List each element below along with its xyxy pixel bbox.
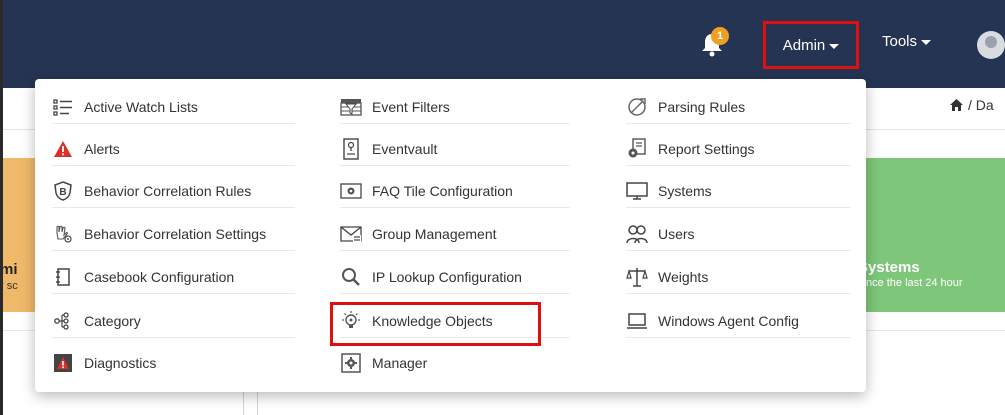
monitor-icon [626,180,648,202]
menu-item-parsing-rules[interactable]: Parsing Rules [626,90,851,124]
tools-label: Tools [882,33,918,50]
top-navbar: 1 Admin Tools [0,0,1005,88]
menu-item-category[interactable]: Category [52,304,295,338]
report-gear-icon [626,137,648,160]
parsing-icon [626,96,648,118]
shield-b-icon: B [52,180,74,202]
home-icon[interactable] [950,99,963,111]
menu-item-label: IP Lookup Configuration [372,268,522,285]
diagnostics-icon [52,352,74,374]
menu-item-label: Group Management [372,225,497,242]
manager-icon [340,352,362,374]
laptop-icon [626,310,648,332]
tile-title: Systems [858,259,920,276]
menu-item-alerts[interactable]: Alerts [52,132,295,166]
menu-item-manager[interactable]: Manager [340,346,570,380]
menu-item-label: Weights [658,268,709,285]
notebook-icon [52,266,74,288]
menu-item-users[interactable]: Users [626,217,851,251]
menu-item-label: Parsing Rules [658,98,746,115]
admin-label: Admin [782,36,826,54]
dashboard-tile-systems[interactable]: Systems since the last 24 hour [858,158,1005,312]
menu-item-label: Systems [658,182,712,199]
menu-item-diagnostics[interactable]: Diagnostics [52,346,295,380]
menu-item-report-settings[interactable]: Report Settings [626,132,851,166]
tile-gear-icon [340,180,362,202]
warning-icon [52,138,74,160]
admin-menu-button[interactable]: Admin [763,21,859,69]
breadcrumb: / Da [950,97,994,113]
vault-icon [340,137,362,160]
tools-menu-button[interactable]: Tools [882,33,932,50]
highlight-box [330,302,541,346]
menu-item-group-management[interactable]: Group Management [340,217,570,251]
svg-text:B: B [59,187,66,198]
menu-item-label: Event Filters [372,98,450,115]
menu-item-label: Active Watch Lists [84,98,198,115]
menu-item-event-filters[interactable]: Event Filters [340,90,570,124]
breadcrumb-text[interactable]: / Da [968,97,994,113]
window-edge [0,0,3,415]
menu-item-systems[interactable]: Systems [626,174,851,208]
menu-item-behavior-correlation-settings[interactable]: Behavior Correlation Settings [52,217,295,251]
menu-item-active-watch-lists[interactable]: Active Watch Lists [52,90,295,124]
users-icon [626,223,648,245]
menu-item-behavior-correlation-rules[interactable]: B Behavior Correlation Rules [52,174,295,208]
hierarchy-icon [52,310,74,332]
filter-table-icon [340,96,362,118]
menu-item-eventvault[interactable]: Eventvault [340,132,570,166]
user-avatar[interactable] [977,31,1005,59]
caret-down-icon [921,40,932,45]
scale-icon [626,266,648,288]
menu-item-label: Windows Agent Config [658,312,799,329]
menu-item-label: Casebook Configuration [84,268,235,285]
hand-gear-icon [52,223,74,245]
list-icon [52,96,74,118]
menu-item-label: Diagnostics [84,355,157,371]
menu-item-faq-tile-configuration[interactable]: FAQ Tile Configuration [340,174,570,208]
menu-item-casebook-configuration[interactable]: Casebook Configuration [52,260,295,294]
menu-item-label: Category [84,312,141,329]
caret-down-icon [829,43,840,49]
menu-item-ip-lookup-configuration[interactable]: IP Lookup Configuration [340,260,570,294]
menu-item-label: Report Settings [658,140,755,157]
menu-item-label: FAQ Tile Configuration [372,182,513,199]
menu-item-label: Users [658,225,695,242]
menu-item-label: Alerts [84,140,120,157]
menu-item-windows-agent-config[interactable]: Windows Agent Config [626,304,851,338]
menu-item-label: Behavior Correlation Rules [84,182,252,199]
menu-item-weights[interactable]: Weights [626,260,851,294]
magnifier-icon [340,266,362,288]
tile-subtitle: since the last 24 hour [858,277,963,289]
notification-badge: 1 [711,27,729,45]
menu-item-label: Manager [372,355,428,371]
menu-item-label: Eventvault [372,140,438,157]
menu-item-label: Behavior Correlation Settings [84,225,267,242]
group-mail-icon [340,223,362,245]
